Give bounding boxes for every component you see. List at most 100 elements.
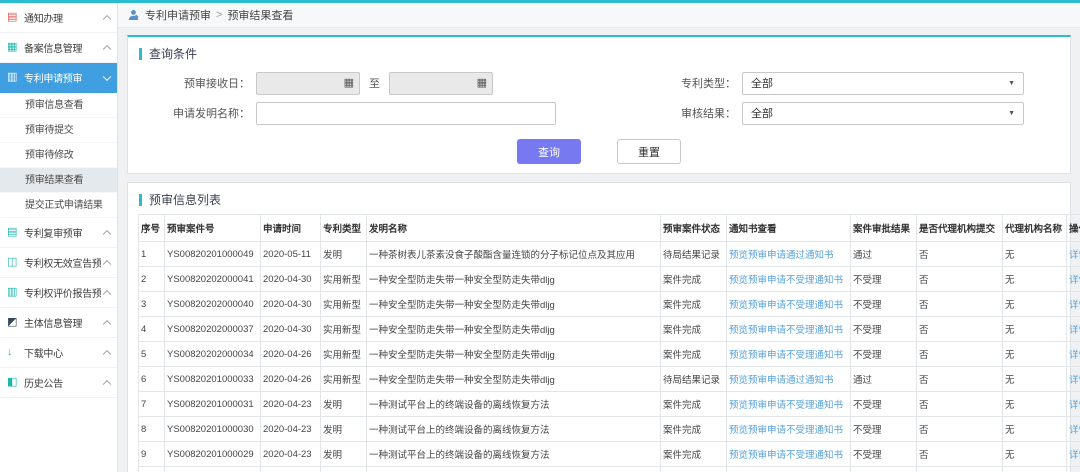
detail-link[interactable]: 详情 xyxy=(1069,425,1080,436)
applicant-icon xyxy=(128,9,140,21)
receive-date-from-input[interactable]: ▦ xyxy=(256,72,360,95)
cell-notice-view: 预览预审申请不受理通知书 xyxy=(727,342,851,367)
cell-agency-name: 无 xyxy=(1003,342,1067,367)
table-row: 2YS008202020000412020-04-30实用新型一种安全型防走失带… xyxy=(139,267,1080,292)
reset-button[interactable]: 重置 xyxy=(617,139,681,164)
patent-type-select[interactable]: 全部 ▼ xyxy=(742,72,1024,95)
sidebar-subitem-submit-formal-application-result[interactable]: 提交正式申请结果 xyxy=(0,193,117,218)
notice-preview-link[interactable]: 预览预审申请不受理通知书 xyxy=(729,450,843,461)
col-header-approval-result: 案件审批结果 xyxy=(851,215,917,242)
detail-link[interactable]: 详情 xyxy=(1069,250,1080,261)
col-header-notice-view: 通知书查看 xyxy=(727,215,851,242)
sidebar-subitem-preexam-pending-modify[interactable]: 预审待修改 xyxy=(0,143,117,168)
col-header-patent-type: 专利类型 xyxy=(321,215,367,242)
detail-link[interactable]: 详情 xyxy=(1069,375,1080,386)
cell-patent-type: 实用新型 xyxy=(321,267,367,292)
sidebar-subitem-preexam-result-view[interactable]: 预审结果查看 xyxy=(0,168,117,193)
detail-link[interactable]: 详情 xyxy=(1069,400,1080,411)
cell-case-number: YS00820202000041 xyxy=(165,267,261,292)
search-button[interactable]: 查询 xyxy=(517,139,581,164)
cell-invention-name: 一种安全型防走失带一种安全型防走失带dljg xyxy=(367,267,661,292)
cell-approval-result: 不受理 xyxy=(851,392,917,417)
audit-result-value: 全部 xyxy=(751,105,773,121)
cell-operation: 详情 xyxy=(1067,392,1080,417)
notice-preview-link[interactable]: 预览预审申请不受理通知书 xyxy=(729,275,843,286)
cell-no: 4 xyxy=(139,317,165,342)
cell-patent-type: 发明 xyxy=(321,467,367,472)
sidebar-item-patent-evaluation-report-preexam[interactable]: ▥专利权评价报告预审 xyxy=(0,278,117,308)
notice-preview-link[interactable]: 预览预审申请通过通知书 xyxy=(729,250,834,261)
sidebar-item-patent-reexam-preexam[interactable]: ▤专利复审预审 xyxy=(0,218,117,248)
cell-invention-name: 一种安全型防走失带一种安全型防走失带dljg xyxy=(367,342,661,367)
cell-patent-type: 实用新型 xyxy=(321,367,367,392)
cell-notice-view: 预览预审申请不受理通知书 xyxy=(727,467,851,472)
cell-case-number: YS00820201000030 xyxy=(165,417,261,442)
cell-notice-view: 预览预审申请不受理通知书 xyxy=(727,292,851,317)
cell-invention-name: 一种测试平台上的终端设备的离线恢复方法 xyxy=(367,392,661,417)
detail-link[interactable]: 详情 xyxy=(1069,325,1080,336)
notice-preview-link[interactable]: 预览预审申请通过通知书 xyxy=(729,375,834,386)
cell-no: 8 xyxy=(139,417,165,442)
chevron-down-icon xyxy=(103,72,111,80)
col-header-operation: 操作 xyxy=(1067,215,1080,242)
detail-link[interactable]: 详情 xyxy=(1069,275,1080,286)
chevron-up-icon xyxy=(103,229,111,237)
cell-patent-type: 实用新型 xyxy=(321,292,367,317)
sidebar-item-subject-info-mgmt[interactable]: ◩主体信息管理 xyxy=(0,308,117,338)
cell-agency-name: 无 xyxy=(1003,417,1067,442)
cell-apply-date: 2020-04-23 xyxy=(261,467,321,472)
cell-operation: 详情 xyxy=(1067,417,1080,442)
cell-operation: 详情 xyxy=(1067,242,1080,267)
calendar-icon[interactable]: ▦ xyxy=(344,78,354,89)
sidebar-subitem-preexam-info-view[interactable]: 预审信息查看 xyxy=(0,93,117,118)
cell-case-number: YS00820202000034 xyxy=(165,342,261,367)
cell-no: 6 xyxy=(139,367,165,392)
detail-link[interactable]: 详情 xyxy=(1069,350,1080,361)
sidebar-item-label: 专利复审预审 xyxy=(24,225,82,240)
sidebar-item-patent-application-preexam[interactable]: ▥专利申请预审 xyxy=(0,63,117,93)
cell-invention-name: 一种测试平台上的终端设备的离线恢复方法 xyxy=(367,417,661,442)
cell-case-status: 案件完成 xyxy=(661,342,727,367)
sidebar-item-history-announcement[interactable]: ◧历史公告 xyxy=(0,368,117,398)
notice-preview-link[interactable]: 预览预审申请不受理通知书 xyxy=(729,425,843,436)
notice-preview-link[interactable]: 预览预审申请不受理通知书 xyxy=(729,325,843,336)
cell-apply-date: 2020-05-11 xyxy=(261,242,321,267)
cell-case-number: YS00820201000029 xyxy=(165,442,261,467)
cell-case-number: YS00820201000028 xyxy=(165,467,261,472)
notice-preview-link[interactable]: 预览预审申请不受理通知书 xyxy=(729,300,843,311)
sidebar-item-label: 备案信息管理 xyxy=(24,40,82,55)
breadcrumb-parent[interactable]: 专利申请预审 xyxy=(145,7,211,23)
notice-preview-link[interactable]: 预览预审申请不受理通知书 xyxy=(729,400,843,411)
sidebar-item-download-center[interactable]: ↓下载中心 xyxy=(0,338,117,368)
notice-preview-link[interactable]: 预览预审申请不受理通知书 xyxy=(729,350,843,361)
breadcrumb-separator: > xyxy=(216,9,222,21)
sidebar-item-patent-invalid-preexam[interactable]: ◫专利权无效宣告预审 xyxy=(0,248,117,278)
sidebar-item-notification-handling[interactable]: ▤通知办理 xyxy=(0,3,117,33)
cell-operation: 详情 xyxy=(1067,267,1080,292)
cell-patent-type: 实用新型 xyxy=(321,317,367,342)
receive-date-to-input[interactable]: ▦ xyxy=(389,72,493,95)
sidebar-item-label: 历史公告 xyxy=(24,375,63,390)
list-panel: 预审信息列表 序号预审案件号申请时间专利类型发明名称预审案件状态通知书查看案件审… xyxy=(127,182,1071,472)
sidebar-item-filing-info-mgmt[interactable]: ▦备案信息管理 xyxy=(0,33,117,63)
cell-apply-date: 2020-04-30 xyxy=(261,292,321,317)
invention-name-input[interactable] xyxy=(256,102,556,125)
cell-invention-name: 一种安全型防走失带一种安全型防走失带dljg xyxy=(367,367,661,392)
chevron-up-icon xyxy=(103,379,111,387)
invention-name-label: 申请发明名称： xyxy=(128,105,256,121)
sidebar-item-label: 主体信息管理 xyxy=(24,315,82,330)
cell-notice-view: 预览预审申请不受理通知书 xyxy=(727,392,851,417)
sidebar: ▤通知办理▦备案信息管理▥专利申请预审预审信息查看预审待提交预审待修改预审结果查… xyxy=(0,3,118,472)
cell-agency-submitted: 否 xyxy=(917,392,1003,417)
cell-patent-type: 发明 xyxy=(321,392,367,417)
cell-agency-submitted: 否 xyxy=(917,242,1003,267)
list-panel-title: 预审信息列表 xyxy=(138,183,1060,214)
sidebar-subitem-preexam-pending-submit[interactable]: 预审待提交 xyxy=(0,118,117,143)
chevron-up-icon xyxy=(103,14,111,22)
cell-case-status: 案件完成 xyxy=(661,442,727,467)
cell-apply-date: 2020-04-26 xyxy=(261,367,321,392)
calendar-icon[interactable]: ▦ xyxy=(477,78,487,89)
audit-result-select[interactable]: 全部 ▼ xyxy=(742,102,1024,125)
detail-link[interactable]: 详情 xyxy=(1069,450,1080,461)
detail-link[interactable]: 详情 xyxy=(1069,300,1080,311)
